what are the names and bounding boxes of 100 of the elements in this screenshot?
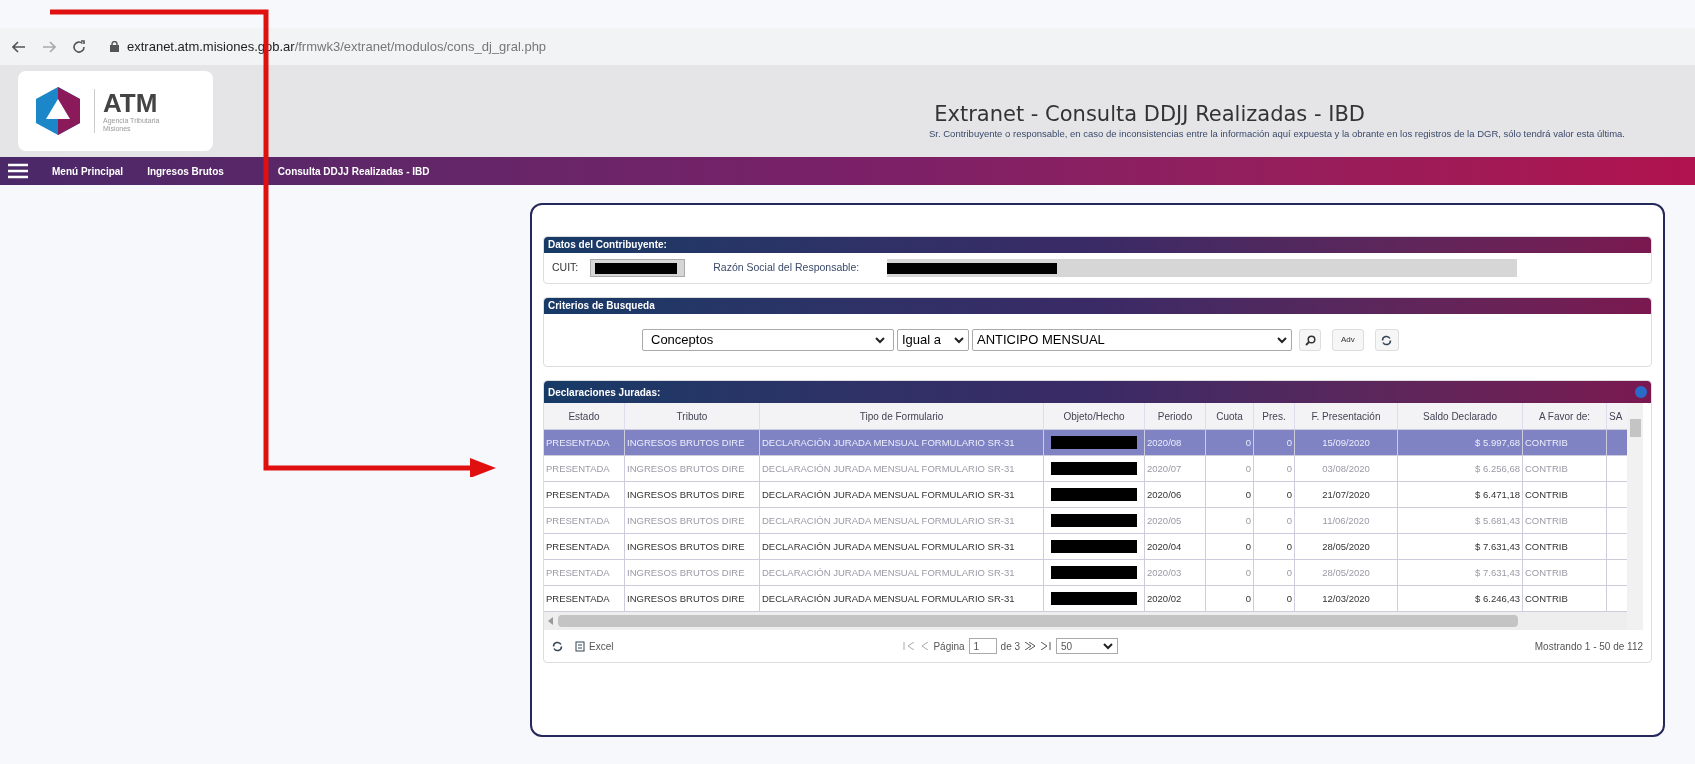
column-header[interactable]: F. Presentación — [1295, 403, 1398, 429]
page-field[interactable]: 1 — [968, 638, 997, 654]
value-select[interactable]: ANTICIPO MENSUAL — [972, 329, 1292, 351]
table-cell: CONTRIB — [1523, 482, 1607, 507]
table-cell: INGRESOS BRUTOS DIRE — [625, 430, 760, 455]
table-cell: 0 — [1206, 508, 1254, 533]
table-cell: 0 — [1254, 508, 1295, 533]
table-cell: DECLARACIÓN JURADA MENSUAL FORMULARIO SR-31 — [760, 456, 1044, 481]
table-cell: 2020/02 — [1145, 586, 1206, 611]
table-cell: 0 — [1206, 430, 1254, 455]
table-cell: $ 6.246,43 — [1398, 586, 1523, 611]
table-cell: $ 5.997,68 — [1398, 430, 1523, 455]
column-header[interactable]: Tributo — [625, 403, 760, 429]
table-cell: DECLARACIÓN JURADA MENSUAL FORMULARIO SR-31 — [760, 586, 1044, 611]
caret-icon — [954, 336, 964, 344]
column-header[interactable]: Cuota — [1206, 403, 1254, 429]
lock-icon — [110, 41, 119, 52]
table-cell: PRESENTADA — [544, 586, 625, 611]
table-cell: 2020/05 — [1145, 508, 1206, 533]
table-cell: DECLARACIÓN JURADA MENSUAL FORMULARIO SR-31 — [760, 508, 1044, 533]
table-row[interactable]: PRESENTADA INGRESOS BRUTOS DIRE DECLARACIÓN JURADA MENSUAL FORMULARIO SR-31 2020/04 0 0 28/05/2020 $ 7.631,43 CONTRIB — [544, 534, 1627, 560]
table-cell: INGRESOS BRUTOS DIRE — [625, 560, 760, 585]
nav-link[interactable]: Consulta DDJJ Realizadas - IBD — [277, 163, 430, 179]
menu-icon[interactable] — [8, 163, 28, 179]
table-cell: 03/08/2020 — [1295, 456, 1398, 481]
reload-icon[interactable] — [72, 39, 86, 54]
cuit-label: CUIT: — [552, 260, 579, 276]
vertical-scrollbar[interactable] — [1627, 403, 1643, 630]
table-cell: INGRESOS BRUTOS DIRE — [625, 456, 760, 481]
table-cell: 0 — [1206, 482, 1254, 507]
caret-icon — [1277, 336, 1287, 344]
business-name-field[interactable] — [887, 259, 1518, 277]
table-cell: DECLARACIÓN JURADA MENSUAL FORMULARIO SR-31 — [760, 482, 1044, 507]
scroll-left-icon[interactable] — [548, 617, 554, 625]
page-label: Página — [933, 639, 965, 654]
table-cell: 0 — [1206, 456, 1254, 481]
table-cell: DECLARACIÓN JURADA MENSUAL FORMULARIO SR-31 — [760, 430, 1044, 455]
column-header[interactable]: Estado — [544, 403, 625, 429]
table-cell: INGRESOS BRUTOS DIRE — [625, 508, 760, 533]
table-cell: DECLARACIÓN JURADA MENSUAL FORMULARIO SR-31 — [760, 560, 1044, 585]
nav-link[interactable]: Ingresos Brutos — [147, 163, 224, 179]
page-size-select[interactable]: 50 — [1056, 638, 1119, 654]
table-cell: $ 6.471,18 — [1398, 482, 1523, 507]
table-cell: PRESENTADA — [544, 430, 625, 455]
table-cell: $ 5.681,43 — [1398, 508, 1523, 533]
table-cell: 2020/04 — [1145, 534, 1206, 559]
advanced-button[interactable]: Adv — [1332, 329, 1364, 351]
table-cell: INGRESOS BRUTOS DIRE — [625, 586, 760, 611]
search-button[interactable] — [1299, 329, 1321, 351]
table-cell: 0 — [1206, 586, 1254, 611]
search-icon — [1304, 334, 1316, 346]
table-cell: 2020/08 — [1145, 430, 1206, 455]
refresh-icon[interactable] — [552, 640, 563, 652]
table-cell: INGRESOS BRUTOS DIRE — [625, 534, 760, 559]
column-header[interactable]: A Favor de: — [1523, 403, 1607, 429]
table-cell: 0 — [1254, 560, 1295, 585]
section-title: Declaraciones Juradas: — [548, 385, 661, 400]
table-cell: $ 6.256,68 — [1398, 456, 1523, 481]
refresh-button[interactable] — [1374, 329, 1399, 351]
caret-icon — [1103, 642, 1114, 650]
business-name-label: Razón Social del Responsable: — [713, 260, 860, 276]
table-cell: 12/03/2020 — [1295, 586, 1398, 611]
next-page-icon[interactable] — [1024, 642, 1037, 650]
table-cell: PRESENTADA — [544, 456, 625, 481]
column-header[interactable]: Tipo de Formulario — [760, 403, 1044, 429]
table-cell: $ 7.631,43 — [1398, 534, 1523, 559]
url-path: /frmwk3/extranet/modulos/cons_dj_gral.php — [294, 37, 547, 56]
back-icon[interactable] — [12, 40, 26, 53]
column-header[interactable]: Objeto/Hecho — [1044, 403, 1145, 429]
table-cell: CONTRIB — [1523, 586, 1607, 611]
table-cell: CONTRIB — [1523, 534, 1607, 559]
scrollbar-thumb[interactable] — [1629, 419, 1641, 437]
column-header[interactable]: Pres. — [1254, 403, 1295, 429]
table-cell: PRESENTADA — [544, 534, 625, 559]
last-page-icon[interactable] — [1040, 642, 1053, 650]
column-header[interactable]: SA — [1607, 403, 1627, 429]
table-cell: $ 7.631,43 — [1398, 560, 1523, 585]
table-cell: 0 — [1206, 560, 1254, 585]
table-cell: 0 — [1254, 482, 1295, 507]
field-select[interactable]: Conceptos — [642, 329, 894, 351]
excel-icon — [575, 640, 585, 652]
table-cell: 15/09/2020 — [1295, 430, 1398, 455]
scrollbar-thumb[interactable] — [558, 615, 1518, 627]
table-cell: 28/05/2020 — [1295, 560, 1398, 585]
excel-button[interactable]: Excel — [575, 638, 614, 654]
cuit-field[interactable] — [590, 259, 686, 277]
table-row[interactable]: PRESENTADA INGRESOS BRUTOS DIRE DECLARACIÓN JURADA MENSUAL FORMULARIO SR-31 2020/02 0 0 12/03/2020 $ 6.246,43 CONTRIB — [544, 586, 1627, 612]
caret-icon — [875, 336, 885, 344]
nav-link[interactable]: Menú Principal — [52, 163, 124, 179]
table-row[interactable]: PRESENTADA INGRESOS BRUTOS DIRE DECLARACIÓN JURADA MENSUAL FORMULARIO SR-31 2020/06 0 0 21/07/2020 $ 6.471,18 CONTRIB — [544, 482, 1627, 508]
table-cell: CONTRIB — [1523, 508, 1607, 533]
operator-select[interactable]: Igual a — [897, 329, 969, 351]
column-header[interactable]: Saldo Declarado — [1398, 403, 1523, 429]
table-cell: 2020/07 — [1145, 456, 1206, 481]
table-cell: 0 — [1254, 456, 1295, 481]
table-cell: 21/07/2020 — [1295, 482, 1398, 507]
column-header[interactable]: Periodo — [1145, 403, 1206, 429]
table-cell: 0 — [1254, 586, 1295, 611]
section-header: Datos del Contribuyente: — [544, 237, 1651, 253]
horizontal-scrollbar[interactable] — [544, 612, 1627, 630]
